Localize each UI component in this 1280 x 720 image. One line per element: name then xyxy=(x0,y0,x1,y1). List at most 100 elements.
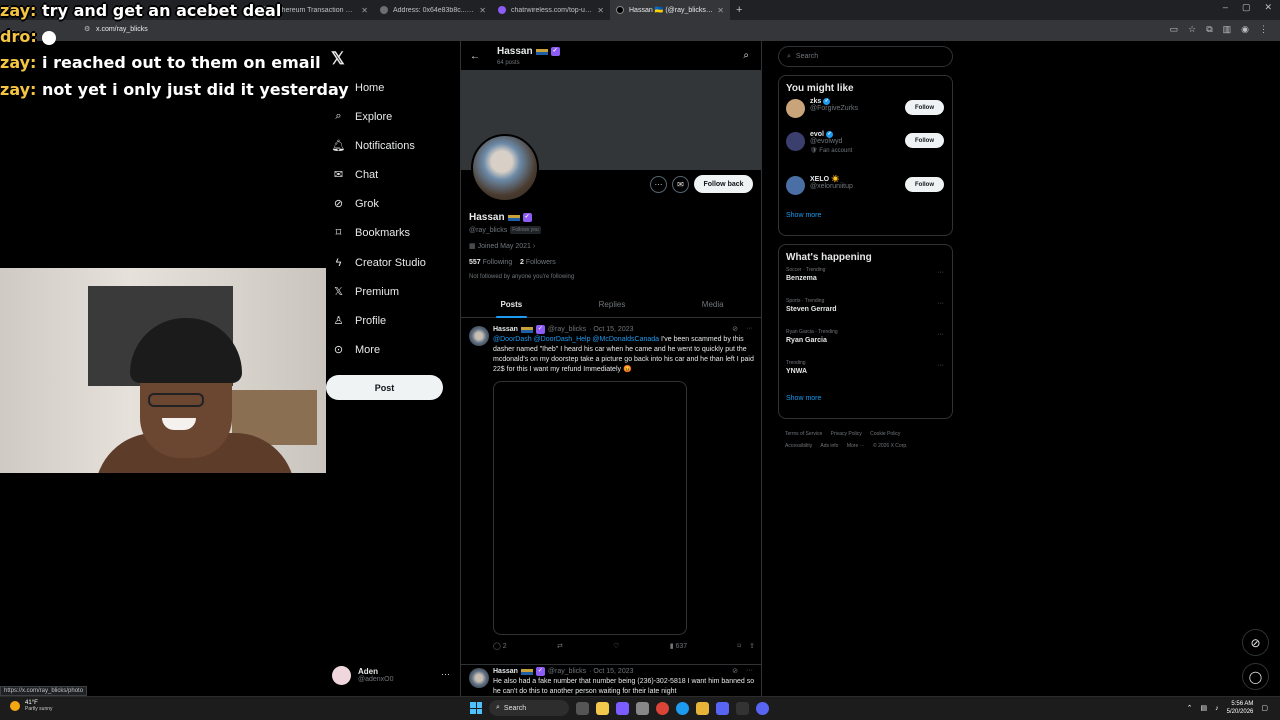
browser-tab-active[interactable]: Hassan 🇺🇦 (@ray_blicks) / X ✕ xyxy=(610,0,730,20)
like-icon[interactable]: ♡ xyxy=(613,642,619,650)
tab-replies[interactable]: Replies xyxy=(562,293,663,317)
notification-icon[interactable]: ▢ xyxy=(1261,704,1268,712)
edge-icon[interactable] xyxy=(676,701,689,715)
extensions-icon[interactable]: ⧉ xyxy=(1206,24,1212,35)
more-icon[interactable]: ··· xyxy=(937,269,944,276)
profile-avatar[interactable] xyxy=(471,134,539,202)
back-arrow-icon[interactable]: ← xyxy=(470,51,480,62)
trend-item[interactable]: Trending YNWA ··· xyxy=(779,360,952,391)
settings-icon[interactable] xyxy=(636,701,649,715)
app-icon[interactable] xyxy=(756,701,769,715)
more-icon[interactable]: ··· xyxy=(441,669,450,679)
nav-creator-studio[interactable]: ϟ Creator Studio xyxy=(332,256,426,269)
taskbar-search[interactable]: ⌕ Search xyxy=(489,700,569,716)
views-button[interactable]: ▮ 637 xyxy=(670,642,688,650)
nav-grok[interactable]: ⊘ Grok xyxy=(332,197,379,211)
more-icon[interactable]: ··· xyxy=(937,362,944,369)
browser-tab[interactable]: Address: 0x64e83b8c...b8583f... ✕ xyxy=(374,0,492,20)
search-icon[interactable]: ⌕ xyxy=(743,50,749,61)
message-button[interactable]: ✉ xyxy=(672,176,689,193)
avatar[interactable] xyxy=(786,99,805,118)
tweet-date[interactable]: · Oct 15, 2023 xyxy=(589,326,633,333)
nav-chat[interactable]: ✉ Chat xyxy=(332,168,378,182)
avatar[interactable] xyxy=(469,326,489,346)
bookmark-icon[interactable]: ⌑ xyxy=(737,642,741,650)
chat-fab-button[interactable]: ◯ xyxy=(1242,663,1269,690)
grok-icon[interactable]: ⊘ xyxy=(732,667,738,675)
maximize-icon[interactable]: ▢ xyxy=(1242,2,1251,13)
more-icon[interactable]: ··· xyxy=(746,667,753,675)
followers-link[interactable]: 2 Followers xyxy=(520,259,556,266)
tweet[interactable]: Hassan ✓ @ray_blicks · Oct 15, 2023 ⊘ ··· @D… xyxy=(461,324,761,664)
chevron-up-icon[interactable]: ⌃ xyxy=(1187,704,1193,712)
more-actions-button[interactable]: ··· xyxy=(650,176,667,193)
clock[interactable]: 5:56 AM 5/20/2026 xyxy=(1227,700,1254,716)
grok-icon[interactable]: ⊘ xyxy=(732,325,738,333)
volume-icon[interactable]: ♪ xyxy=(1215,705,1219,712)
footer-link[interactable]: Cookie Policy xyxy=(870,431,900,437)
tab-media[interactable]: Media xyxy=(662,293,761,317)
trend-item[interactable]: Ryan Garcia · Trending Ryan Garcia ··· xyxy=(779,329,952,360)
follow-button[interactable]: Follow xyxy=(905,177,944,192)
footer-link[interactable]: Ads info xyxy=(820,443,838,449)
follow-button[interactable]: Follow xyxy=(905,100,944,115)
minimize-icon[interactable]: – xyxy=(1223,2,1228,13)
wtf-user[interactable]: evol ✓ @evolwyd 🛡︎ Fan account Follow xyxy=(779,131,952,175)
browser-tab[interactable]: chatrwireless.com/top-up/gue... ✕ xyxy=(492,0,610,20)
following-link[interactable]: 557 Following xyxy=(469,259,512,266)
grok-fab-button[interactable]: ⊘ xyxy=(1242,629,1269,656)
avatar[interactable] xyxy=(469,668,489,688)
nav-profile[interactable]: ♙ Profile xyxy=(332,314,387,328)
close-icon[interactable]: ✕ xyxy=(717,6,724,15)
chrome-icon[interactable] xyxy=(656,701,669,715)
new-tab-button[interactable]: + xyxy=(736,4,742,16)
tweet[interactable]: Hassan ✓ @ray_blicks · Oct 15, 2023 ⊘ ··· He… xyxy=(461,664,761,696)
reply-button[interactable]: ◯ 2 xyxy=(493,642,507,650)
folder-icon[interactable] xyxy=(696,701,709,715)
url-field[interactable]: x.com/ray_blicks xyxy=(96,26,148,33)
show-more-link[interactable]: Show more xyxy=(779,208,952,227)
nav-more[interactable]: ⊙ More xyxy=(332,343,380,357)
search-input[interactable]: ⌕ Search xyxy=(778,46,953,67)
task-view-icon[interactable] xyxy=(576,701,589,715)
network-icon[interactable]: ▤ xyxy=(1201,704,1208,712)
weather-widget[interactable]: 41°F Partly sunny xyxy=(10,700,53,712)
nav-notifications[interactable]: 🔔︎ Notifications xyxy=(332,139,415,153)
follow-back-button[interactable]: Follow back xyxy=(694,175,753,193)
footer-link[interactable]: Privacy Policy xyxy=(831,431,862,437)
copilot-icon[interactable] xyxy=(616,701,629,715)
tweet-date[interactable]: · Oct 15, 2023 xyxy=(589,668,633,675)
tweet-author[interactable]: Hassan xyxy=(493,326,518,333)
nav-premium[interactable]: 𝕏 Premium xyxy=(332,285,399,299)
close-icon[interactable]: ✕ xyxy=(361,6,368,15)
avatar[interactable] xyxy=(786,176,805,195)
site-info-icon[interactable]: ⚙ xyxy=(84,25,90,33)
wtf-user[interactable]: XELO ☀️ @xeloruniitup Follow xyxy=(779,175,952,208)
trend-item[interactable]: Sports · Trending Steven Gerrard ··· xyxy=(779,298,952,329)
close-icon[interactable]: ✕ xyxy=(597,6,604,15)
tweet-author[interactable]: Hassan xyxy=(493,668,518,675)
tweet-media[interactable] xyxy=(493,381,687,635)
close-window-icon[interactable]: ✕ xyxy=(1264,2,1272,13)
nav-explore[interactable]: ⌕ Explore xyxy=(332,110,392,123)
more-icon[interactable]: ··· xyxy=(937,331,944,338)
trend-item[interactable]: Soccer · Trending Benzema ··· xyxy=(779,267,952,298)
wtf-user[interactable]: zks ✓ @ForgiveZurks Follow xyxy=(779,98,952,131)
account-switcher[interactable]: Aden @adenxO0 ··· xyxy=(332,661,456,689)
terminal-icon[interactable] xyxy=(736,701,749,715)
x-logo[interactable]: 𝕏 xyxy=(331,49,345,69)
retweet-icon[interactable]: ⇄ xyxy=(557,642,563,650)
discord-icon[interactable] xyxy=(716,701,729,715)
tab-posts[interactable]: Posts xyxy=(461,293,562,318)
menu-icon[interactable]: ⋮ xyxy=(1259,24,1268,35)
footer-link[interactable]: Accessibility xyxy=(785,443,812,449)
footer-link[interactable]: More ··· xyxy=(847,443,865,449)
show-more-link[interactable]: Show more xyxy=(779,391,952,410)
avatar[interactable] xyxy=(786,132,805,151)
more-icon[interactable]: ··· xyxy=(746,325,753,333)
file-explorer-icon[interactable] xyxy=(596,701,609,715)
share-icon[interactable]: ⇪ xyxy=(749,642,755,650)
windows-start-icon[interactable] xyxy=(470,702,482,714)
close-icon[interactable]: ✕ xyxy=(479,6,486,15)
more-icon[interactable]: ··· xyxy=(937,300,944,307)
